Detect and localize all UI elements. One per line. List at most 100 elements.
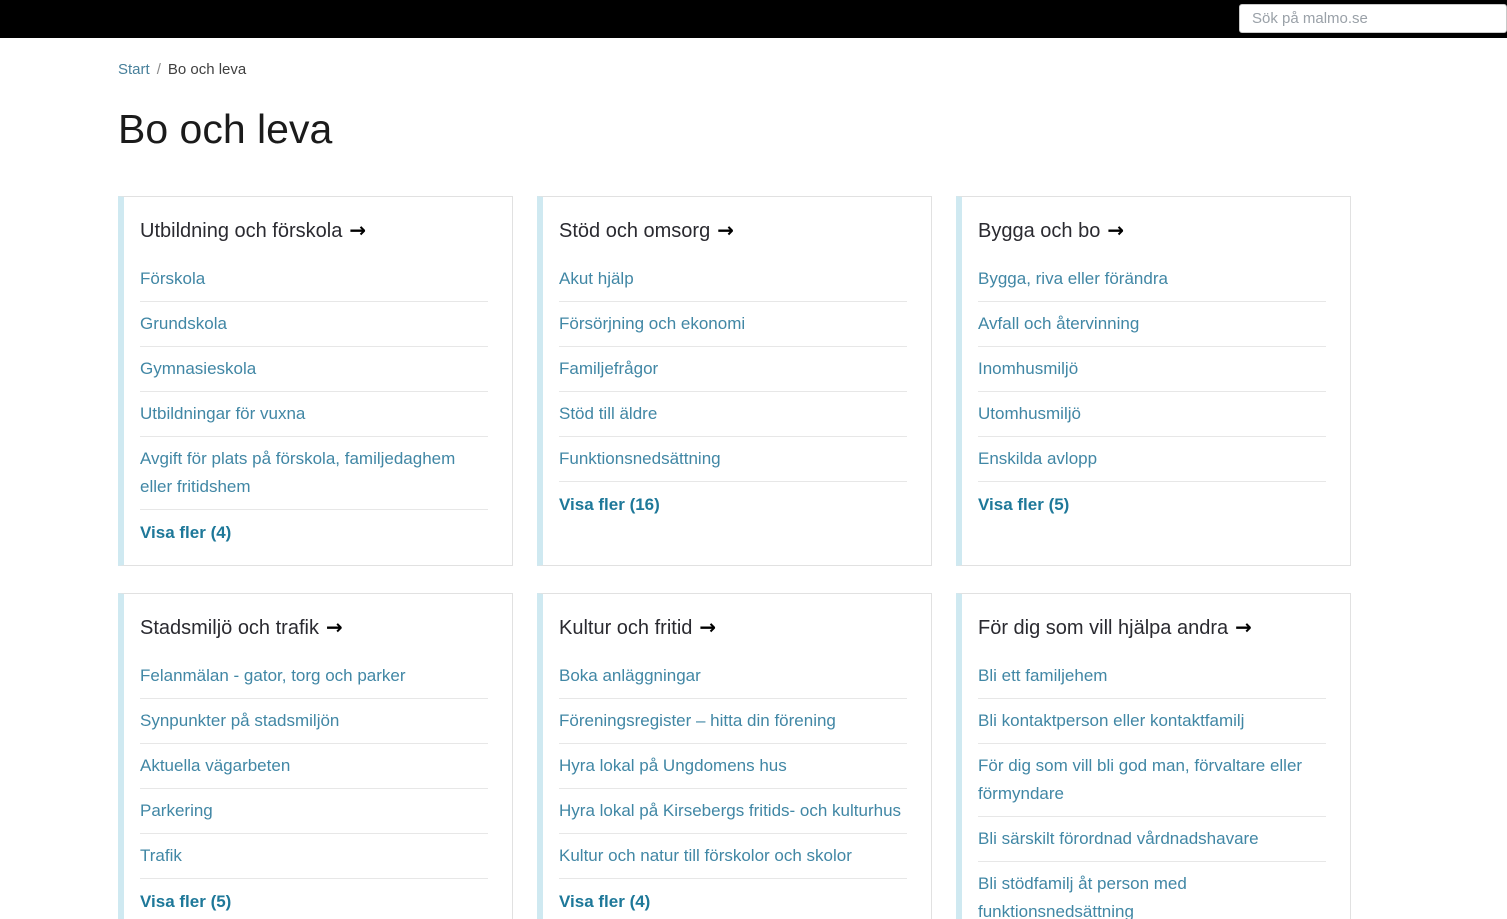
category-card: För dig som vill hjälpa andra → Bli ett f…	[956, 593, 1351, 919]
show-more-link[interactable]: Visa fler (5)	[978, 482, 1326, 523]
link-item: Bli ett familjehem	[978, 654, 1326, 699]
link-item: Akut hjälp	[559, 257, 907, 302]
link-item: Utomhusmiljö	[978, 392, 1326, 437]
link-item: Gymnasieskola	[140, 347, 488, 392]
category-card-grid: Utbildning och förskola → Förskola Grundsk…	[118, 196, 1351, 919]
category-link[interactable]: Avgift för plats på förskola, familjedag…	[140, 437, 488, 509]
category-card-title-link[interactable]: Stadsmiljö och trafik →	[140, 614, 488, 642]
arrow-right-icon: →	[325, 615, 343, 639]
category-link[interactable]: Boka anläggningar	[559, 654, 907, 698]
category-link[interactable]: Gymnasieskola	[140, 347, 488, 391]
category-link[interactable]: Försörjning och ekonomi	[559, 302, 907, 346]
category-link[interactable]: Hyra lokal på Ungdomens hus	[559, 744, 907, 788]
category-link[interactable]: Bli särskilt förordnad vårdnadshavare	[978, 817, 1326, 861]
link-item: Förskola	[140, 257, 488, 302]
show-more-link[interactable]: Visa fler (5)	[140, 879, 488, 919]
category-link[interactable]: För dig som vill bli god man, förvaltare…	[978, 744, 1326, 816]
arrow-right-icon: →	[1107, 218, 1125, 242]
category-link[interactable]: Enskilda avlopp	[978, 437, 1326, 481]
category-link-list: Bli ett familjehem Bli kontaktperson elle…	[978, 654, 1326, 919]
category-link[interactable]: Felanmälan - gator, torg och parker	[140, 654, 488, 698]
category-link[interactable]: Stöd till äldre	[559, 392, 907, 436]
link-item: Bli stödfamilj åt person med funktionsne…	[978, 862, 1326, 919]
link-item: För dig som vill bli god man, förvaltare…	[978, 744, 1326, 817]
show-more-item: Visa fler (4)	[559, 879, 907, 919]
link-item: Synpunkter på stadsmiljön	[140, 699, 488, 744]
link-item: Avgift för plats på förskola, familjedag…	[140, 437, 488, 510]
category-link[interactable]: Grundskola	[140, 302, 488, 346]
main-content: Start / Bo och leva Bo och leva Utbildning…	[118, 61, 1351, 919]
category-link[interactable]: Familjefrågor	[559, 347, 907, 391]
link-item: Utbildningar för vuxna	[140, 392, 488, 437]
category-link[interactable]: Aktuella vägarbeten	[140, 744, 488, 788]
link-item: Funktionsnedsättning	[559, 437, 907, 482]
category-link-list: Boka anläggningar Föreningsregister – hit…	[559, 654, 907, 919]
link-item: Bli kontaktperson eller kontaktfamilj	[978, 699, 1326, 744]
show-more-link[interactable]: Visa fler (4)	[559, 879, 907, 919]
category-link[interactable]: Parkering	[140, 789, 488, 833]
category-link[interactable]: Utbildningar för vuxna	[140, 392, 488, 436]
arrow-right-icon: →	[349, 218, 367, 242]
category-card-title-text: Kultur och fritid	[559, 617, 693, 639]
category-link[interactable]: Akut hjälp	[559, 257, 907, 301]
arrow-right-icon: →	[717, 218, 734, 242]
breadcrumb-separator: /	[156, 61, 161, 78]
category-link[interactable]: Inomhusmiljö	[978, 347, 1326, 391]
link-item: Kultur och natur till förskolor och skol…	[559, 834, 907, 879]
category-link[interactable]: Förskola	[140, 257, 488, 301]
show-more-item: Visa fler (5)	[978, 482, 1326, 523]
show-more-link[interactable]: Visa fler (16)	[559, 482, 907, 523]
category-card: Utbildning och förskola → Förskola Grundsk…	[118, 196, 513, 566]
breadcrumb: Start / Bo och leva	[118, 61, 1351, 79]
top-bar	[0, 0, 1507, 38]
category-card: Bygga och bo → Bygga, riva eller förändra…	[956, 196, 1351, 566]
category-link[interactable]: Bygga, riva eller förändra	[978, 257, 1326, 301]
category-card-title-text: För dig som vill hjälpa andra	[978, 617, 1229, 639]
link-item: Bygga, riva eller förändra	[978, 257, 1326, 302]
category-link[interactable]: Bli ett familjehem	[978, 654, 1326, 698]
link-item: Hyra lokal på Kirsebergs fritids- och ku…	[559, 789, 907, 834]
category-link[interactable]: Föreningsregister – hitta din förening	[559, 699, 907, 743]
show-more-item: Visa fler (16)	[559, 482, 907, 523]
link-item: Försörjning och ekonomi	[559, 302, 907, 347]
show-more-item: Visa fler (5)	[140, 879, 488, 919]
category-card-title-text: Utbildning och förskola	[140, 220, 343, 242]
category-card-title-link[interactable]: Bygga och bo →	[978, 217, 1326, 245]
arrow-right-icon: →	[699, 615, 717, 639]
category-card-title-link[interactable]: För dig som vill hjälpa andra →	[978, 614, 1326, 642]
category-card-title-text: Bygga och bo	[978, 220, 1101, 242]
category-card: Stöd och omsorg → Akut hjälp Försörjning o…	[537, 196, 932, 566]
link-item: Boka anläggningar	[559, 654, 907, 699]
category-card: Kultur och fritid → Boka anläggningar Före…	[537, 593, 932, 919]
link-item: Hyra lokal på Ungdomens hus	[559, 744, 907, 789]
link-item: Enskilda avlopp	[978, 437, 1326, 482]
show-more-item: Visa fler (4)	[140, 510, 488, 551]
show-more-link[interactable]: Visa fler (4)	[140, 510, 488, 551]
search-input[interactable]	[1239, 4, 1507, 33]
category-link[interactable]: Hyra lokal på Kirsebergs fritids- och ku…	[559, 789, 907, 833]
category-link[interactable]: Kultur och natur till förskolor och skol…	[559, 834, 907, 878]
link-item: Trafik	[140, 834, 488, 879]
category-link[interactable]: Funktionsnedsättning	[559, 437, 907, 481]
category-card-title-text: Stöd och omsorg	[559, 220, 711, 242]
link-item: Felanmälan - gator, torg och parker	[140, 654, 488, 699]
category-card-title-text: Stadsmiljö och trafik	[140, 617, 319, 639]
category-link[interactable]: Synpunkter på stadsmiljön	[140, 699, 488, 743]
link-item: Inomhusmiljö	[978, 347, 1326, 392]
category-card-title-link[interactable]: Utbildning och förskola →	[140, 217, 488, 245]
category-link[interactable]: Bli kontaktperson eller kontaktfamilj	[978, 699, 1326, 743]
category-link-list: Förskola Grundskola Gymnasieskola Utbildnin…	[140, 257, 488, 551]
category-card-title-link[interactable]: Kultur och fritid →	[559, 614, 907, 642]
link-item: Grundskola	[140, 302, 488, 347]
category-link[interactable]: Trafik	[140, 834, 488, 878]
link-item: Familjefrågor	[559, 347, 907, 392]
category-card-title-link[interactable]: Stöd och omsorg →	[559, 217, 907, 245]
page-title: Bo och leva	[118, 106, 333, 152]
link-item: Stöd till äldre	[559, 392, 907, 437]
category-card: Stadsmiljö och trafik → Felanmälan - gato…	[118, 593, 513, 919]
category-link[interactable]: Utomhusmiljö	[978, 392, 1326, 436]
breadcrumb-current: Bo och leva	[167, 61, 247, 78]
breadcrumb-start-link[interactable]: Start	[118, 61, 150, 78]
category-link[interactable]: Bli stödfamilj åt person med funktionsne…	[978, 862, 1326, 919]
category-link[interactable]: Avfall och återvinning	[978, 302, 1326, 346]
